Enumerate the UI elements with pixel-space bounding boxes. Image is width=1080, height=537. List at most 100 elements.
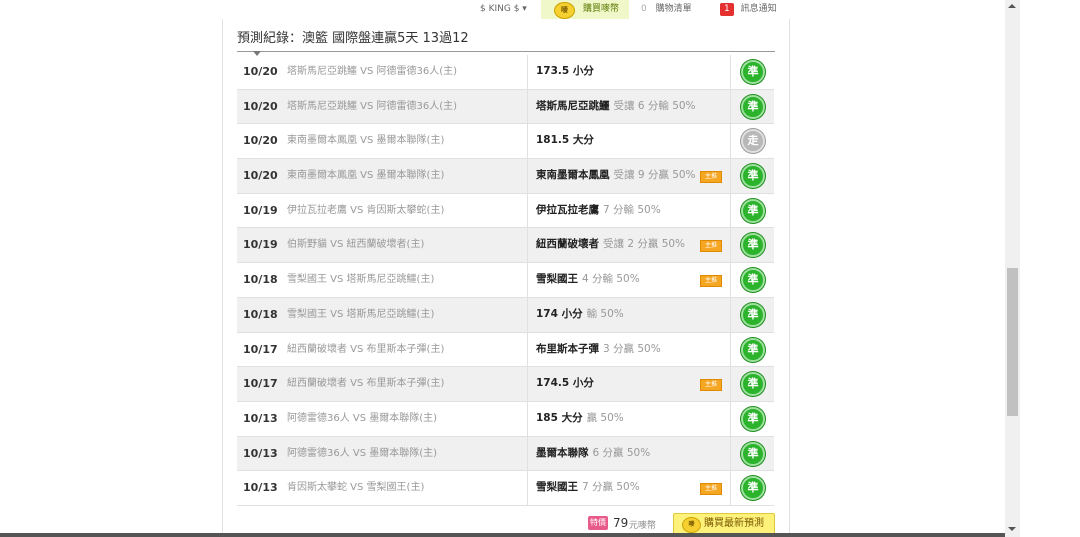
- row-pick-detail: 6 分贏 50%: [592, 446, 651, 459]
- row-date: 10/20: [243, 99, 278, 113]
- result-badge-icon: 準: [741, 406, 765, 431]
- row-match: 雪梨國王 VS 塔斯馬尼亞跳鱷(主): [287, 308, 435, 320]
- user-menu[interactable]: $ KING $ ▾: [480, 0, 527, 19]
- row-pick-main: 185 大分: [536, 411, 583, 424]
- row-match: 塔斯馬尼亞跳鱷 VS 阿德雷德36人(主): [287, 100, 458, 112]
- result-badge-icon: 準: [741, 268, 765, 293]
- result-badge-icon: 準: [741, 476, 765, 501]
- row-date: 10/13: [243, 411, 278, 425]
- row-pick-cell: 181.5 大分: [527, 124, 731, 159]
- table-row: 10/19 伊拉瓦拉老鷹 VS 肯因斯太攀蛇(主) 伊拉瓦拉老鷹 7 分輸 50% 準: [237, 193, 774, 229]
- buy-latest-prediction-button[interactable]: 嘜 購買最新預測: [673, 513, 775, 535]
- row-pick-cell: 174 小分輸 50%: [527, 297, 731, 332]
- row-pick-main: 雪梨國王: [536, 273, 578, 286]
- top-bar: $ KING $ ▾ 嘜 購買嘜幣 0 購物清單 1 訊息通知: [0, 0, 1005, 19]
- coin-icon: 嘜: [682, 517, 701, 533]
- row-pick: 173.5 小分: [536, 55, 594, 89]
- row-pick-detail: 贏 50%: [586, 411, 624, 424]
- row-pick-main: 174 小分: [536, 307, 583, 320]
- row-pick: 東南墨爾本鳳凰 受讓 9 分贏 50%: [536, 159, 696, 193]
- row-pick-cell: 174.5 小分 主推: [527, 367, 731, 401]
- table-row: 10/20 塔斯馬尼亞跳鱷 VS 阿德雷德36人(主) 173.5 小分 準: [237, 55, 774, 90]
- row-match: 阿德雷德36人 VS 墨爾本聯隊(主): [287, 447, 438, 459]
- result-badge-icon: 準: [741, 198, 765, 223]
- price-unit: 元嘜幣: [629, 521, 657, 531]
- row-date: 10/20: [243, 169, 278, 183]
- table-row: 10/13 肯因斯太攀蛇 VS 雪梨國王(主) 雪梨國王 7 分贏 50% 主推 準: [237, 471, 774, 506]
- row-pick-detail: 4 分輸 50%: [582, 273, 640, 286]
- row-pick: 墨爾本聯隊 6 分贏 50%: [536, 437, 650, 471]
- scrollbar-thumb[interactable]: [1007, 268, 1018, 416]
- row-pick-main: 東南墨爾本鳳凰: [536, 169, 610, 182]
- result-badge-icon: 準: [741, 337, 765, 362]
- row-pick-cell: 雪梨國王 7 分贏 50% 主推: [527, 471, 731, 505]
- page-bottom-divider: [0, 533, 1005, 537]
- notification-count-badge: 1: [720, 3, 734, 16]
- row-pick-cell: 173.5 小分: [527, 55, 731, 89]
- table-row: 10/20 塔斯馬尼亞跳鱷 VS 阿德雷德36人(主) 塔斯馬尼亞跳鱷 受讓 6 分輸…: [237, 89, 774, 125]
- row-pick: 雪梨國王 7 分贏 50%: [536, 471, 640, 505]
- row-pick-detail: 輸 50%: [586, 307, 624, 320]
- buy-coins-link[interactable]: 嘜 購買嘜幣: [541, 0, 629, 19]
- row-date: 10/17: [243, 377, 278, 391]
- main-pick-tag: 主推: [700, 483, 722, 496]
- record-title: 預測紀錄：澳籃 國際盤連贏5天 13過12: [237, 31, 469, 46]
- result-badge-icon: 準: [741, 441, 765, 466]
- row-date: 10/20: [243, 134, 278, 148]
- row-pick: 181.5 大分: [536, 124, 594, 158]
- row-match: 伊拉瓦拉老鷹 VS 肯因斯太攀蛇(主): [287, 204, 445, 216]
- result-badge-icon: 準: [741, 94, 765, 119]
- row-match: 東南墨爾本鳳凰 VS 墨爾本聯隊(主): [287, 135, 445, 147]
- price-value: 79: [613, 516, 629, 530]
- row-pick: 塔斯馬尼亞跳鱷 受讓 6 分輸 50%: [536, 90, 696, 124]
- buy-coins-label: 購買嘜幣: [583, 4, 620, 14]
- row-pick-detail: 7 分輸 50%: [603, 203, 661, 216]
- row-pick-detail: 7 分贏 50%: [582, 481, 640, 494]
- row-pick-cell: 布里斯本子彈 3 分贏 50%: [527, 332, 731, 367]
- row-pick-detail: 受讓 2 分贏 50%: [603, 238, 686, 251]
- cart-link[interactable]: 0 購物清單: [641, 0, 692, 19]
- row-pick-cell: 東南墨爾本鳳凰 受讓 9 分贏 50% 主推: [527, 159, 731, 193]
- table-row: 10/19 伯斯野貓 VS 紐西蘭破壞者(主) 紐西蘭破壞者 受讓 2 分贏 50% 主…: [237, 228, 774, 264]
- row-pick-main: 紐西蘭破壞者: [536, 238, 599, 251]
- scroll-down-arrow-icon[interactable]: [1008, 527, 1016, 531]
- row-date: 10/20: [243, 65, 278, 78]
- row-match: 阿德雷德36人 VS 墨爾本聯隊(主): [287, 412, 438, 424]
- row-pick-main: 173.5 小分: [536, 65, 594, 77]
- row-pick-main: 174.5 小分: [536, 377, 594, 390]
- prediction-record-panel: 預測紀錄：澳籃 國際盤連贏5天 13過12 10/20 塔斯馬尼亞跳鱷 VS 阿德…: [222, 19, 790, 537]
- row-pick-cell: 185 大分贏 50%: [527, 401, 731, 436]
- row-pick: 布里斯本子彈 3 分贏 50%: [536, 333, 661, 367]
- title-divider: [237, 51, 775, 52]
- row-pick-main: 181.5 大分: [536, 134, 594, 147]
- result-badge-icon: 準: [741, 60, 765, 84]
- row-pick-main: 塔斯馬尼亞跳鱷: [536, 99, 610, 112]
- vertical-scrollbar[interactable]: [1005, 0, 1020, 537]
- main-pick-tag: 主推: [700, 379, 722, 392]
- buy-latest-prediction-label: 購買最新預測: [704, 518, 764, 529]
- row-date: 10/19: [243, 203, 278, 217]
- row-pick-detail: 受讓 9 分贏 50%: [613, 169, 696, 182]
- scroll-up-arrow-icon[interactable]: [1008, 4, 1016, 8]
- cart-count: 0: [641, 4, 647, 14]
- table-row: 10/17 紐西蘭破壞者 VS 布里斯本子彈(主) 174.5 小分 主推 準: [237, 367, 774, 402]
- table-row: 10/13 阿德雷德36人 VS 墨爾本聯隊(主) 墨爾本聯隊 6 分贏 50% 準: [237, 436, 774, 472]
- row-pick-cell: 塔斯馬尼亞跳鱷 受讓 6 分輸 50%: [527, 89, 731, 124]
- table-row: 10/20 東南墨爾本鳳凰 VS 墨爾本聯隊(主) 東南墨爾本鳳凰 受讓 9 分贏 5…: [237, 159, 774, 194]
- table-row: 10/18 雪梨國王 VS 塔斯馬尼亞跳鱷(主) 174 小分輸 50% 準: [237, 297, 774, 333]
- row-pick-main: 布里斯本子彈: [536, 342, 599, 355]
- row-date: 10/18: [243, 307, 278, 321]
- row-match: 伯斯野貓 VS 紐西蘭破壞者(主): [287, 239, 425, 251]
- row-pick: 174 小分輸 50%: [536, 298, 624, 332]
- row-date: 10/17: [243, 342, 278, 356]
- row-pick-main: 雪梨國王: [536, 481, 578, 494]
- notifications-link[interactable]: 1 訊息通知: [720, 0, 777, 19]
- row-match: 塔斯馬尼亞跳鱷 VS 阿德雷德36人(主): [287, 66, 458, 77]
- result-badge-icon: 走: [741, 129, 765, 154]
- row-pick-cell: 墨爾本聯隊 6 分贏 50%: [527, 436, 731, 471]
- main-pick-tag: 主推: [700, 240, 722, 253]
- result-badge-icon: 準: [741, 302, 765, 327]
- row-pick: 185 大分贏 50%: [536, 402, 624, 436]
- row-match: 東南墨爾本鳳凰 VS 墨爾本聯隊(主): [287, 170, 445, 182]
- coin-icon: 嘜: [554, 2, 575, 19]
